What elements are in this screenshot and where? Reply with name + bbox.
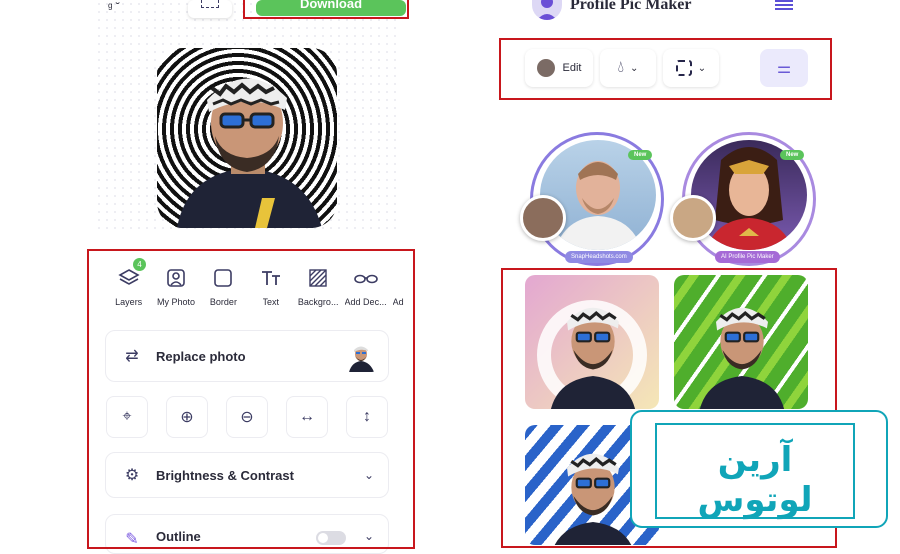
person-illustration [699, 307, 785, 409]
settings-button[interactable]: ⚌ [760, 49, 808, 87]
chevron-down-icon: ⌄ [363, 468, 374, 482]
new-badge: New [780, 150, 805, 160]
tool-label: Ad [392, 297, 404, 307]
tool-my-photo[interactable]: My Photo [152, 258, 199, 314]
pen-icon: ✎ [125, 531, 139, 548]
tool-background[interactable]: Backgro... [295, 258, 342, 314]
tool-more[interactable]: Ad [389, 258, 405, 314]
brightness-label: Brightness & Contrast [156, 467, 294, 483]
tool-label: My Photo [157, 297, 196, 307]
replace-photo-card[interactable]: ⇄ Replace photo [105, 330, 389, 382]
site-label-ai-profile: AI Profile Pic Maker [715, 251, 780, 263]
crop-icon [201, 0, 219, 8]
outline-card[interactable]: ✎ Outline ⌄ [105, 514, 389, 554]
tool-label: Layers [115, 297, 143, 307]
droplet-icon: 💧︎ [617, 59, 624, 76]
arrows-horizontal-icon: ↔ [299, 408, 315, 425]
tool-border[interactable]: Border [200, 258, 247, 314]
align-horizontal-center-button[interactable]: ⊕ [166, 396, 208, 438]
arrows-vertical-icon: ↕ [363, 408, 371, 425]
app-title: Profile Pic Maker [570, 0, 692, 13]
photo-thumbnail [346, 342, 376, 372]
align-center-button[interactable]: ⌖ [106, 396, 148, 438]
headshot-source-thumb [520, 195, 566, 241]
template-green-stripes[interactable] [674, 275, 808, 409]
color-picker-button[interactable]: 💧︎ ⌄ [600, 49, 656, 87]
crosshair-icon: ⌖ [122, 408, 132, 425]
download-label: Download [299, 0, 363, 11]
new-badge: New [628, 150, 653, 160]
ai-source-thumb [670, 195, 716, 241]
background-icon [306, 266, 330, 290]
dashed-square-icon [675, 60, 692, 76]
align-vertical-icon: ⊖ [240, 409, 254, 426]
person-illustration [554, 453, 632, 545]
outline-toggle[interactable] [316, 531, 346, 545]
swap-icon: ⇄ [125, 348, 139, 365]
template-pastel-ring[interactable] [525, 275, 659, 409]
chevron-down-icon: ⌄ [697, 62, 707, 74]
tool-add-decoration[interactable]: Add Dec... [342, 258, 389, 314]
glasses-icon [353, 266, 378, 290]
sliders-icon: ⚌ [776, 60, 792, 77]
avatar [536, 59, 555, 77]
shape-button[interactable]: ⌄ [663, 49, 719, 87]
tool-text[interactable]: Text [247, 258, 294, 314]
align-vertical-center-button[interactable]: ⊖ [226, 396, 268, 438]
brightness-contrast-card[interactable]: ⚙ Brightness & Contrast ⌄ [105, 452, 389, 498]
tool-label: Border [209, 297, 237, 307]
watermark-text: آرین لوتوس [697, 440, 813, 520]
tool-label: Text [262, 297, 280, 307]
site-label-snapheadshots: SnapHeadshots.com [565, 251, 633, 263]
crop-button[interactable] [188, 0, 232, 18]
replace-photo-label: Replace photo [156, 348, 246, 364]
tool-layers[interactable]: 4 Layers [105, 258, 152, 314]
text-icon [259, 266, 283, 290]
avatar-preview [157, 48, 337, 228]
tool-label: Backgro... [297, 297, 339, 307]
outline-label: Outline [156, 529, 201, 544]
photo-icon [164, 266, 188, 290]
sliders-icon: ⚙ [124, 467, 140, 484]
person-illustration [177, 78, 322, 228]
align-horizontal-icon: ⊕ [180, 409, 194, 426]
stretch-horizontal-button[interactable]: ↔ [286, 396, 328, 438]
square-icon [211, 266, 235, 290]
hamburger-icon [775, 0, 793, 10]
chevron-down-icon: ⌄ [630, 62, 639, 74]
toolbar-partial-icons: ᵍ ˘ [108, 0, 120, 14]
edit-button[interactable]: Edit [525, 49, 593, 87]
chevron-down-icon: ⌄ [363, 529, 374, 543]
layers-count-badge: 4 [133, 258, 146, 271]
stretch-vertical-button[interactable]: ↕ [346, 396, 388, 438]
download-button[interactable]: Download [256, 0, 406, 16]
tool-row: 4 Layers My Photo Border Text Backgro...… [105, 258, 405, 314]
menu-button[interactable] [775, 0, 793, 12]
person-illustration [550, 307, 636, 409]
edit-label: Edit [562, 62, 582, 74]
tool-label: Add Dec... [344, 297, 387, 307]
